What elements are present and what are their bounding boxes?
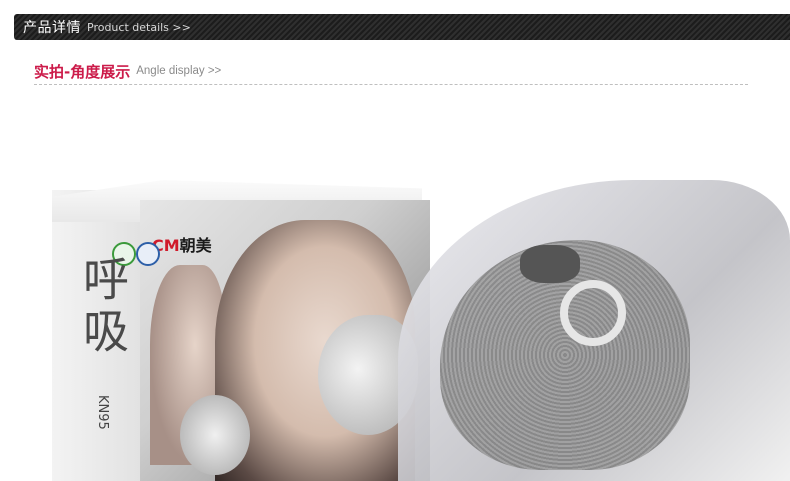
product-details-title: 产品详情 [23, 20, 81, 36]
brand-logo-cn: 朝美 [179, 236, 212, 255]
product-details-subtitle: Product details >> [87, 20, 191, 34]
box-side-text: 呼吸 [76, 255, 130, 359]
angle-display-header: 实拍-角度展示 Angle display >> [34, 58, 748, 85]
product-details-bar: 产品详情 Product details >> [14, 14, 790, 40]
brand-logo: CM朝美 [152, 232, 212, 256]
angle-display-title: 实拍-角度展示 [34, 62, 131, 81]
angle-display-subtitle: Angle display >> [136, 65, 222, 77]
mask-side-print [180, 395, 250, 475]
mask-strap-loop [560, 280, 626, 346]
exhalation-valve [520, 245, 580, 283]
quality-badge-icon [136, 242, 160, 266]
box-model-text: KN95 [95, 395, 110, 430]
product-photo: CM朝美 呼吸 KN95 [0, 180, 790, 481]
